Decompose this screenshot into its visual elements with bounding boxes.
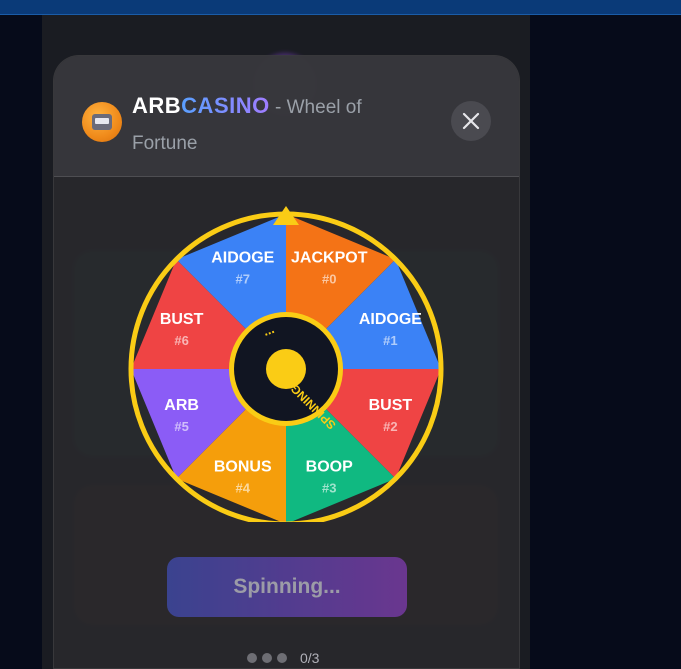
brand-arb: ARB (132, 93, 182, 118)
progress-dot (247, 653, 257, 663)
segment-label: BOOP (306, 458, 353, 475)
browser-top-bar (0, 0, 681, 15)
hub-center-dot (266, 349, 306, 389)
close-icon (462, 112, 480, 130)
segment-label: BUST (160, 311, 204, 328)
progress-count: 0/3 (300, 650, 320, 666)
segment-label: AIDOGE (359, 311, 422, 328)
close-button[interactable] (451, 101, 491, 141)
segment-index: #3 (322, 480, 336, 495)
segment-label: BUST (369, 397, 413, 414)
segment-index: #7 (236, 272, 250, 287)
spin-progress: 0/3 (247, 650, 319, 666)
segment-label: BONUS (214, 458, 272, 475)
segment-label: ARB (164, 397, 199, 414)
fortune-wheel[interactable]: JACKPOT #0 AIDOGE #1 BUST #2 BOOP #3 BONUS #4 ARB #… (128, 206, 444, 527)
segment-index: #5 (174, 419, 188, 434)
segment-index: #6 (174, 333, 188, 348)
wheel-graphic: JACKPOT #0 AIDOGE #1 BUST #2 BOOP #3 BONUS #4 ARB #… (128, 206, 444, 527)
spin-button[interactable]: Spinning... (167, 557, 407, 617)
progress-dot (277, 653, 287, 663)
slot-machine-icon (82, 102, 122, 142)
segment-index: #1 (383, 333, 397, 348)
modal-header: ARBCASINO - Wheel of Fortune (54, 56, 519, 177)
wheel-of-fortune-modal: ARBCASINO - Wheel of Fortune JACKPOT #0 AI… (53, 55, 520, 669)
segment-label: JACKPOT (291, 250, 368, 267)
segment-label: AIDOGE (211, 250, 274, 267)
segment-index: #4 (236, 480, 251, 495)
modal-title: ARBCASINO - Wheel of Fortune (132, 88, 402, 162)
brand-casino: CASINO (181, 93, 270, 118)
segment-index: #2 (383, 419, 397, 434)
segment-index: #0 (322, 272, 336, 287)
progress-dot (262, 653, 272, 663)
